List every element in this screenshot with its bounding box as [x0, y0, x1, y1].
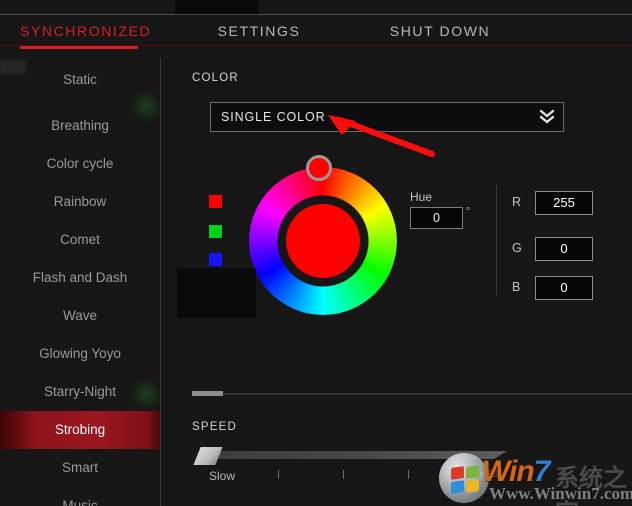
speed-slider-track-tail: [494, 451, 507, 459]
main-panel: COLOR SINGLE COLOR Hue 0 ° R 255 G 0 B 0…: [161, 55, 632, 506]
speed-max-label: Fast: [460, 469, 484, 483]
tab-settings[interactable]: SETTINGS: [196, 15, 322, 47]
panel-vertical-divider: [496, 185, 497, 295]
tab-shut-down[interactable]: SHUT DOWN: [374, 15, 506, 47]
red-channel-input[interactable]: 255: [535, 191, 593, 215]
top-dark-patch: [175, 0, 259, 15]
blue-channel-label: B: [512, 280, 521, 294]
sidebar-item-starry-night[interactable]: Starry-Night: [0, 373, 160, 411]
hue-input[interactable]: 0: [410, 207, 463, 229]
color-section-label: COLOR: [192, 72, 239, 84]
tab-synchronized[interactable]: SYNCHRONIZED: [20, 15, 150, 47]
blue-channel-input[interactable]: 0: [535, 276, 593, 300]
speed-tick-1: [278, 470, 279, 479]
sidebar-item-breathing[interactable]: Breathing: [0, 107, 160, 145]
sidebar-item-static[interactable]: Static: [0, 61, 160, 99]
hue-degree-unit: °: [466, 206, 471, 218]
sidebar-item-comet[interactable]: Comet: [0, 221, 160, 259]
hue-label: Hue: [410, 190, 433, 204]
green-swatch[interactable]: [209, 225, 222, 238]
sidebar-item-smart[interactable]: Smart: [0, 449, 160, 487]
sidebar-item-rainbow[interactable]: Rainbow: [0, 183, 160, 221]
sidebar-item-glowing-yoyo[interactable]: Glowing Yoyo: [0, 335, 160, 373]
horizontal-scrollbar-thumb[interactable]: [192, 391, 223, 396]
green-channel-input[interactable]: 0: [535, 237, 593, 261]
color-wheel[interactable]: [249, 155, 397, 315]
chevron-double-down-icon: [540, 109, 554, 125]
color-wheel-handle[interactable]: [306, 155, 332, 181]
green-channel-label: G: [512, 241, 522, 255]
nav-active-indicator: [20, 46, 138, 49]
app-window: SYNCHRONIZED SETTINGS SHUT DOWN Static B…: [0, 0, 632, 506]
speed-tick-3: [408, 470, 409, 479]
speed-min-label: Slow: [209, 469, 236, 483]
color-mode-value: SINGLE COLOR: [221, 110, 326, 124]
speed-slider-thumb[interactable]: [193, 447, 223, 465]
sidebar-item-music[interactable]: Music: [0, 487, 160, 506]
color-preview-box: [177, 268, 256, 318]
speed-tick-2: [343, 470, 344, 479]
red-channel-label: R: [512, 195, 522, 209]
sidebar-item-flash-and-dash[interactable]: Flash and Dash: [0, 259, 160, 297]
red-swatch[interactable]: [209, 195, 222, 208]
speed-section-label: SPEED: [192, 421, 237, 433]
speed-slider-track[interactable]: [210, 451, 494, 459]
sidebar-item-color-cycle[interactable]: Color cycle: [0, 145, 160, 183]
effects-sidebar[interactable]: Static Breathing Color cycle Rainbow Com…: [0, 55, 160, 506]
horizontal-scrollbar-track[interactable]: [192, 393, 632, 395]
color-mode-dropdown[interactable]: SINGLE COLOR: [210, 102, 564, 132]
top-navigation: SYNCHRONIZED SETTINGS SHUT DOWN: [0, 15, 632, 47]
color-wheel-preview: [286, 204, 360, 278]
blue-swatch[interactable]: [209, 253, 222, 266]
sidebar-item-wave[interactable]: Wave: [0, 297, 160, 335]
sidebar-item-strobing[interactable]: Strobing: [0, 411, 160, 449]
